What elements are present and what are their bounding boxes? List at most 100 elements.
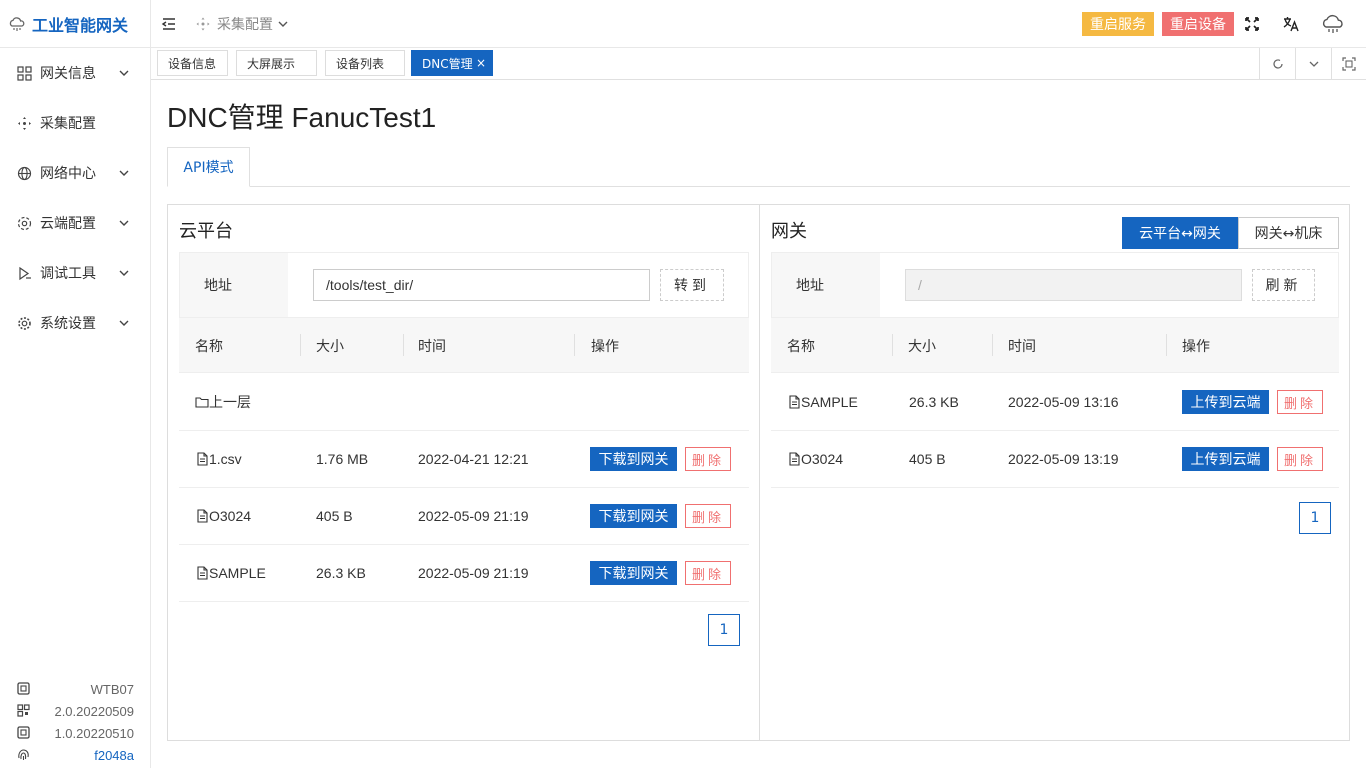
file-name: O3024 — [801, 451, 844, 467]
gateway-panel: 网关 云平台↔网关 网关↔机床 地址 / 刷新 名称 大小 时间 操作 SAMP… — [759, 204, 1350, 741]
close-icon[interactable]: × — [476, 56, 486, 70]
gateway-address-bar: 地址 / 刷新 — [771, 252, 1339, 318]
file-name: 1.csv — [209, 451, 242, 467]
dataset-icon — [16, 215, 32, 231]
table-row: SAMPLE 26.3 KB 2022-05-09 13:16 上传到云端 删除 — [771, 374, 1339, 431]
restart-device-button[interactable]: 重启设备 — [1162, 12, 1234, 36]
column-actions: 操作 — [1182, 338, 1210, 355]
refresh-tab-button[interactable] — [1259, 48, 1295, 80]
delete-button[interactable]: 删除 — [1277, 447, 1323, 471]
delete-button[interactable]: 删除 — [685, 561, 731, 585]
settings-icon — [16, 315, 32, 331]
file-icon — [789, 452, 800, 466]
tab-device-info[interactable]: 设备信息 — [157, 50, 228, 76]
file-size: 26.3 KB — [316, 565, 366, 581]
file-name-cell: O3024 — [195, 488, 251, 544]
download-to-gateway-button[interactable]: 下载到网关 — [590, 504, 677, 528]
table-header: 名称 大小 时间 操作 — [771, 318, 1339, 373]
tab-device-list[interactable]: 设备列表 — [325, 50, 405, 76]
download-to-gateway-button[interactable]: 下载到网关 — [590, 561, 677, 585]
firmware-row: 2.0.20220509 — [0, 700, 150, 722]
upload-to-cloud-button[interactable]: 上传到云端 — [1182, 390, 1269, 414]
delete-button[interactable]: 删除 — [685, 447, 731, 471]
delete-button[interactable]: 删除 — [1277, 390, 1323, 414]
gateway-panel-heading: 网关 — [771, 221, 807, 242]
cloud-icon — [9, 16, 25, 31]
column-time: 时间 — [418, 338, 446, 355]
tab-big-screen[interactable]: 大屏展示 — [236, 50, 317, 76]
chevron-down-icon — [119, 220, 129, 226]
file-time: 2022-05-09 13:19 — [1008, 451, 1119, 467]
tabs-bar: 设备信息 大屏展示 设备列表 DNC管理 × — [151, 48, 1366, 80]
app-title: 工业智能网关 — [32, 15, 129, 35]
device-model-row: WTB07 — [0, 678, 150, 700]
column-divider — [300, 334, 301, 356]
sidebar-item-cloud-config[interactable]: 云端配置 — [0, 198, 150, 248]
file-size: 405 B — [316, 508, 353, 524]
table-header: 名称 大小 时间 操作 — [179, 318, 749, 373]
breadcrumb-label: 采集配置 — [217, 17, 273, 33]
gateway-machine-toggle[interactable]: 网关↔机床 — [1238, 217, 1339, 249]
pagination-page-1[interactable]: 1 — [1299, 502, 1331, 534]
address-label: 地址 — [180, 253, 288, 317]
menu-fold-icon[interactable] — [159, 14, 179, 34]
sidebar-item-label: 云端配置 — [40, 216, 96, 232]
grid-icon — [16, 65, 32, 81]
tabs-dropdown-button[interactable] — [1295, 48, 1331, 80]
folder-icon — [195, 397, 209, 408]
move-icon — [196, 17, 210, 31]
file-name: O3024 — [209, 508, 252, 524]
file-name: SAMPLE — [209, 565, 266, 581]
software-version: 1.0.20220510 — [54, 725, 134, 741]
sidebar-menu: 网关信息 采集配置 网络中心 云端配置 调试工具 系统设置 — [0, 48, 150, 348]
device-fingerprint[interactable]: f2048a — [94, 748, 134, 763]
tab-api-mode[interactable]: API模式 — [167, 147, 250, 187]
cloud-icon[interactable] — [1320, 11, 1346, 37]
sidebar-item-label: 采集配置 — [40, 116, 96, 132]
cloud-gateway-toggle[interactable]: 云平台↔网关 — [1122, 217, 1238, 249]
cloud-address-input[interactable]: /tools/test_dir/ — [313, 269, 650, 301]
maximize-content-button[interactable] — [1331, 48, 1366, 80]
goto-button[interactable]: 转到 — [660, 269, 724, 301]
translate-icon[interactable] — [1281, 14, 1301, 34]
breadcrumb[interactable]: 采集配置 — [195, 14, 289, 34]
upload-to-cloud-button[interactable]: 上传到云端 — [1182, 447, 1269, 471]
restart-service-button[interactable]: 重启服务 — [1082, 12, 1154, 36]
table-row: SAMPLE 26.3 KB 2022-05-09 21:19 下载到网关 删除 — [179, 545, 749, 602]
file-size: 405 B — [909, 451, 946, 467]
software-row: 1.0.20220510 — [0, 722, 150, 744]
tab-dnc-management[interactable]: DNC管理 × — [411, 50, 493, 76]
chevron-down-icon — [119, 270, 129, 276]
chip-icon — [17, 682, 30, 695]
parent-directory-row[interactable]: 上一层 — [179, 374, 749, 431]
column-name: 名称 — [787, 338, 815, 355]
parent-directory-cell[interactable]: 上一层 — [195, 374, 251, 430]
sidebar-item-label: 网关信息 — [40, 66, 96, 82]
download-to-gateway-button[interactable]: 下载到网关 — [590, 447, 677, 471]
sidebar-item-debug-tools[interactable]: 调试工具 — [0, 248, 150, 298]
chevron-down-icon — [119, 170, 129, 176]
sidebar-item-system-settings[interactable]: 系统设置 — [0, 298, 150, 348]
table-row: O3024 405 B 2022-05-09 13:19 上传到云端 删除 — [771, 431, 1339, 488]
file-icon — [197, 452, 208, 466]
file-name-cell: 1.csv — [195, 431, 242, 487]
sidebar-item-label: 系统设置 — [40, 316, 96, 332]
move-icon — [16, 115, 32, 131]
delete-button[interactable]: 删除 — [685, 504, 731, 528]
fullscreen-icon[interactable] — [1242, 14, 1262, 34]
table-row: 1.csv 1.76 MB 2022-04-21 12:21 下载到网关 删除 — [179, 431, 749, 488]
device-model: WTB07 — [90, 681, 134, 697]
cloud-panel: 云平台 地址 /tools/test_dir/ 转到 名称 大小 时间 操作 上… — [167, 204, 760, 741]
debug-icon — [16, 265, 32, 281]
sidebar-item-network-center[interactable]: 网络中心 — [0, 148, 150, 198]
column-name: 名称 — [195, 338, 223, 355]
column-divider — [574, 334, 575, 356]
page-title: DNC管理 FanucTest1 — [167, 102, 437, 133]
sidebar-item-collect-config[interactable]: 采集配置 — [0, 98, 150, 148]
tab-label: DNC管理 — [422, 56, 473, 71]
pagination-page-1[interactable]: 1 — [708, 614, 740, 646]
sidebar-item-gateway-info[interactable]: 网关信息 — [0, 48, 150, 98]
file-icon — [197, 509, 208, 523]
brand[interactable]: 工业智能网关 — [0, 0, 150, 48]
refresh-button[interactable]: 刷新 — [1252, 269, 1315, 301]
